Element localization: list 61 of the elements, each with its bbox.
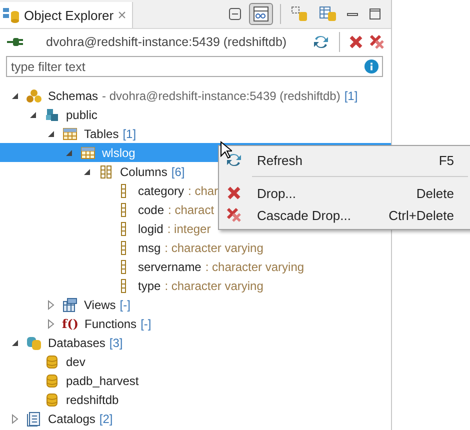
menu-item[interactable]: Cascade Drop... Ctrl+Delete [219, 204, 470, 226]
expanded-arrow-icon[interactable] [83, 168, 91, 176]
balls-icon [26, 88, 42, 104]
tree-item[interactable]: padb_harvest [64, 372, 141, 388]
tree-item[interactable]: redshiftdb [64, 392, 121, 408]
tree-item[interactable]: Catalogs [2] [46, 410, 115, 426]
close-icon[interactable]: × [118, 6, 126, 24]
database-icon [44, 392, 60, 408]
tree-item[interactable]: category : char [136, 182, 220, 198]
function-icon: f() [62, 316, 79, 330]
collapsed-arrow-icon[interactable] [47, 318, 55, 328]
connection-label: dvohra@redshift-instance:5439 (redshiftdb) [46, 35, 288, 49]
tree-item[interactable]: Columns [6] [118, 164, 187, 180]
view-icon [62, 296, 78, 312]
tree-item[interactable]: code : charact [136, 202, 216, 218]
cubes-icon [44, 106, 60, 122]
tree-item[interactable]: logid : integer [136, 220, 213, 236]
filter-field[interactable]: type filter text [6, 56, 383, 77]
cascade-delete-icon[interactable] [369, 34, 385, 50]
menu-item[interactable]: Refresh F5 [219, 149, 470, 171]
tree-item[interactable]: Functions [-] [82, 316, 154, 332]
delete-icon[interactable] [349, 35, 363, 49]
database-table-icon [319, 6, 337, 22]
cascade-delete-icon [226, 207, 242, 223]
tree-item[interactable]: Views [-] [82, 296, 132, 312]
tree-item[interactable]: type : character varying [136, 278, 266, 294]
tree-item[interactable]: dev [64, 354, 88, 370]
database-icon [44, 354, 60, 370]
book-icon [26, 410, 42, 426]
tree-item[interactable]: public [64, 106, 100, 122]
mouse-cursor-icon [220, 141, 232, 159]
database-icon [291, 6, 309, 22]
expanded-arrow-icon[interactable] [29, 110, 37, 118]
database-tree-icon [2, 7, 20, 23]
link-icon [252, 6, 270, 22]
database-icon [44, 372, 60, 388]
databases-icon [26, 334, 42, 350]
delete-icon [227, 186, 241, 200]
tree-item[interactable]: Schemas - dvohra@redshift-instance:5439 (redshiftdb) [1] [46, 88, 360, 104]
refresh-icon [225, 152, 243, 168]
link-button[interactable] [249, 3, 273, 25]
tab-title[interactable]: Object Explorer [24, 8, 114, 22]
plug-icon [6, 36, 24, 48]
expanded-arrow-icon[interactable] [47, 130, 55, 138]
menu-item[interactable]: Drop... Delete [219, 182, 470, 204]
collapse-icon [228, 7, 242, 21]
tree-item[interactable]: Tables [1] [82, 126, 138, 142]
columns-icon [98, 164, 114, 180]
expanded-arrow-icon[interactable] [11, 338, 19, 346]
collapsed-arrow-icon[interactable] [47, 300, 55, 310]
minimize-icon [347, 12, 358, 16]
tree-item[interactable]: msg : character varying [136, 240, 266, 256]
table-icon [80, 144, 96, 160]
maximize-icon [368, 7, 382, 21]
refresh-icon[interactable] [312, 34, 330, 50]
table-icon [62, 126, 78, 142]
collapsed-arrow-icon[interactable] [11, 414, 19, 424]
expanded-arrow-icon[interactable] [11, 92, 19, 100]
info-icon [364, 59, 379, 74]
tree-item[interactable]: Databases [3] [46, 334, 125, 350]
tree-item[interactable]: servername : character varying [136, 258, 306, 274]
